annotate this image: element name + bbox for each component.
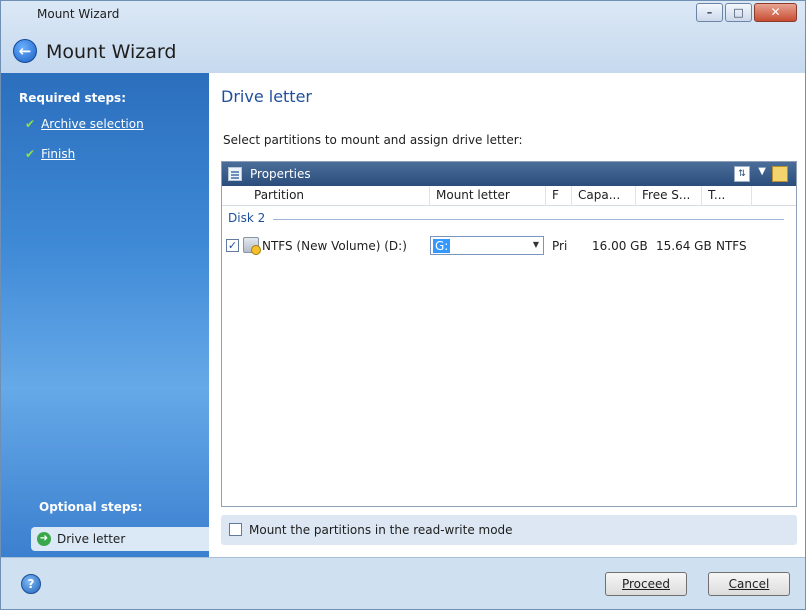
step-label: Archive selection: [41, 117, 144, 131]
minimize-icon: –: [706, 6, 713, 19]
chevron-down-icon[interactable]: ▼: [533, 240, 539, 249]
column-free-space[interactable]: Free S...: [636, 186, 702, 206]
step-drive-letter[interactable]: ➜ Drive letter: [31, 527, 209, 551]
proceed-button[interactable]: Proceed: [605, 572, 687, 596]
wizard-title: Mount Wizard: [46, 41, 177, 63]
close-icon: ✕: [770, 5, 781, 19]
table-row[interactable]: ✓ NTFS (New Volume) (D:) G: ▼ Pri 16.00 …: [222, 235, 796, 257]
green-arrow-icon: ➜: [37, 532, 51, 546]
partition-name: NTFS (New Volume) (D:): [262, 239, 407, 253]
check-icon: ✔: [25, 117, 36, 131]
cancel-button[interactable]: Cancel: [708, 572, 790, 596]
maximize-button[interactable]: □: [725, 3, 752, 22]
mount-letter-select[interactable]: G: ▼: [430, 236, 544, 255]
group-divider: [273, 219, 784, 220]
maximize-icon: □: [733, 6, 744, 19]
partition-checkbox[interactable]: ✓: [226, 239, 239, 252]
check-icon: ✔: [25, 147, 36, 161]
partition-capacity: 16.00 GB: [592, 239, 648, 253]
partition-type: NTFS: [716, 239, 747, 253]
properties-icon: [228, 167, 242, 181]
edit-columns-icon[interactable]: [772, 166, 788, 182]
column-flags[interactable]: F: [546, 186, 572, 206]
read-write-option[interactable]: Mount the partitions in the read-write m…: [221, 515, 797, 545]
step-archive-selection[interactable]: ✔ Archive selection: [25, 117, 144, 131]
help-icon[interactable]: ?: [21, 574, 41, 594]
section-title: Drive letter: [221, 87, 312, 106]
back-arrow-icon: ←: [18, 42, 32, 60]
proceed-label: Proceed: [621, 577, 671, 591]
column-partition[interactable]: Partition: [222, 186, 430, 206]
window-title: Mount Wizard: [37, 7, 120, 21]
title-bar: Mount Wizard – □ ✕ ← Mount Wizard: [1, 1, 805, 73]
sort-icon[interactable]: ⇅: [734, 166, 750, 182]
instruction-text: Select partitions to mount and assign dr…: [223, 133, 523, 147]
column-capacity[interactable]: Capa...: [572, 186, 636, 206]
close-button[interactable]: ✕: [754, 3, 797, 22]
column-type[interactable]: T...: [702, 186, 752, 206]
read-write-checkbox[interactable]: [229, 523, 242, 536]
window-controls: – □ ✕: [694, 3, 797, 22]
partition-flags: Pri: [552, 239, 568, 253]
group-label: Disk 2: [228, 211, 266, 225]
step-finish[interactable]: ✔ Finish: [25, 147, 75, 161]
grid-toolbar: Properties ⇅ ▼: [222, 162, 796, 186]
chevron-down-icon[interactable]: ▼: [758, 166, 766, 177]
volume-icon: [243, 237, 261, 255]
group-row-disk: Disk 2: [228, 210, 784, 228]
mount-letter-value: G:: [433, 239, 451, 253]
cancel-label: Cancel: [728, 577, 770, 591]
step-label: Drive letter: [57, 532, 126, 546]
optional-steps-heading: Optional steps:: [39, 500, 143, 514]
minimize-button[interactable]: –: [696, 3, 723, 22]
footer-bar: ? Proceed Cancel: [1, 557, 805, 609]
mount-wizard-window: Mount Wizard – □ ✕ ← Mount Wizard Requir…: [0, 0, 806, 610]
read-write-label[interactable]: Mount the partitions in the read-write m…: [249, 523, 513, 537]
partition-grid: Properties ⇅ ▼ Partition Mount letter F …: [221, 161, 797, 507]
column-headers: Partition Mount letter F Capa... Free S.…: [222, 186, 796, 206]
main-panel: Drive letter Select partitions to mount …: [209, 73, 805, 557]
column-mount-letter[interactable]: Mount letter: [430, 186, 546, 206]
step-label: Finish: [41, 147, 76, 161]
properties-label[interactable]: Properties: [250, 167, 311, 181]
partition-free-space: 15.64 GB: [656, 239, 712, 253]
required-steps-heading: Required steps:: [19, 91, 126, 105]
steps-sidebar: Required steps: ✔ Archive selection ✔ Fini…: [1, 73, 209, 557]
back-button[interactable]: ←: [13, 39, 37, 63]
